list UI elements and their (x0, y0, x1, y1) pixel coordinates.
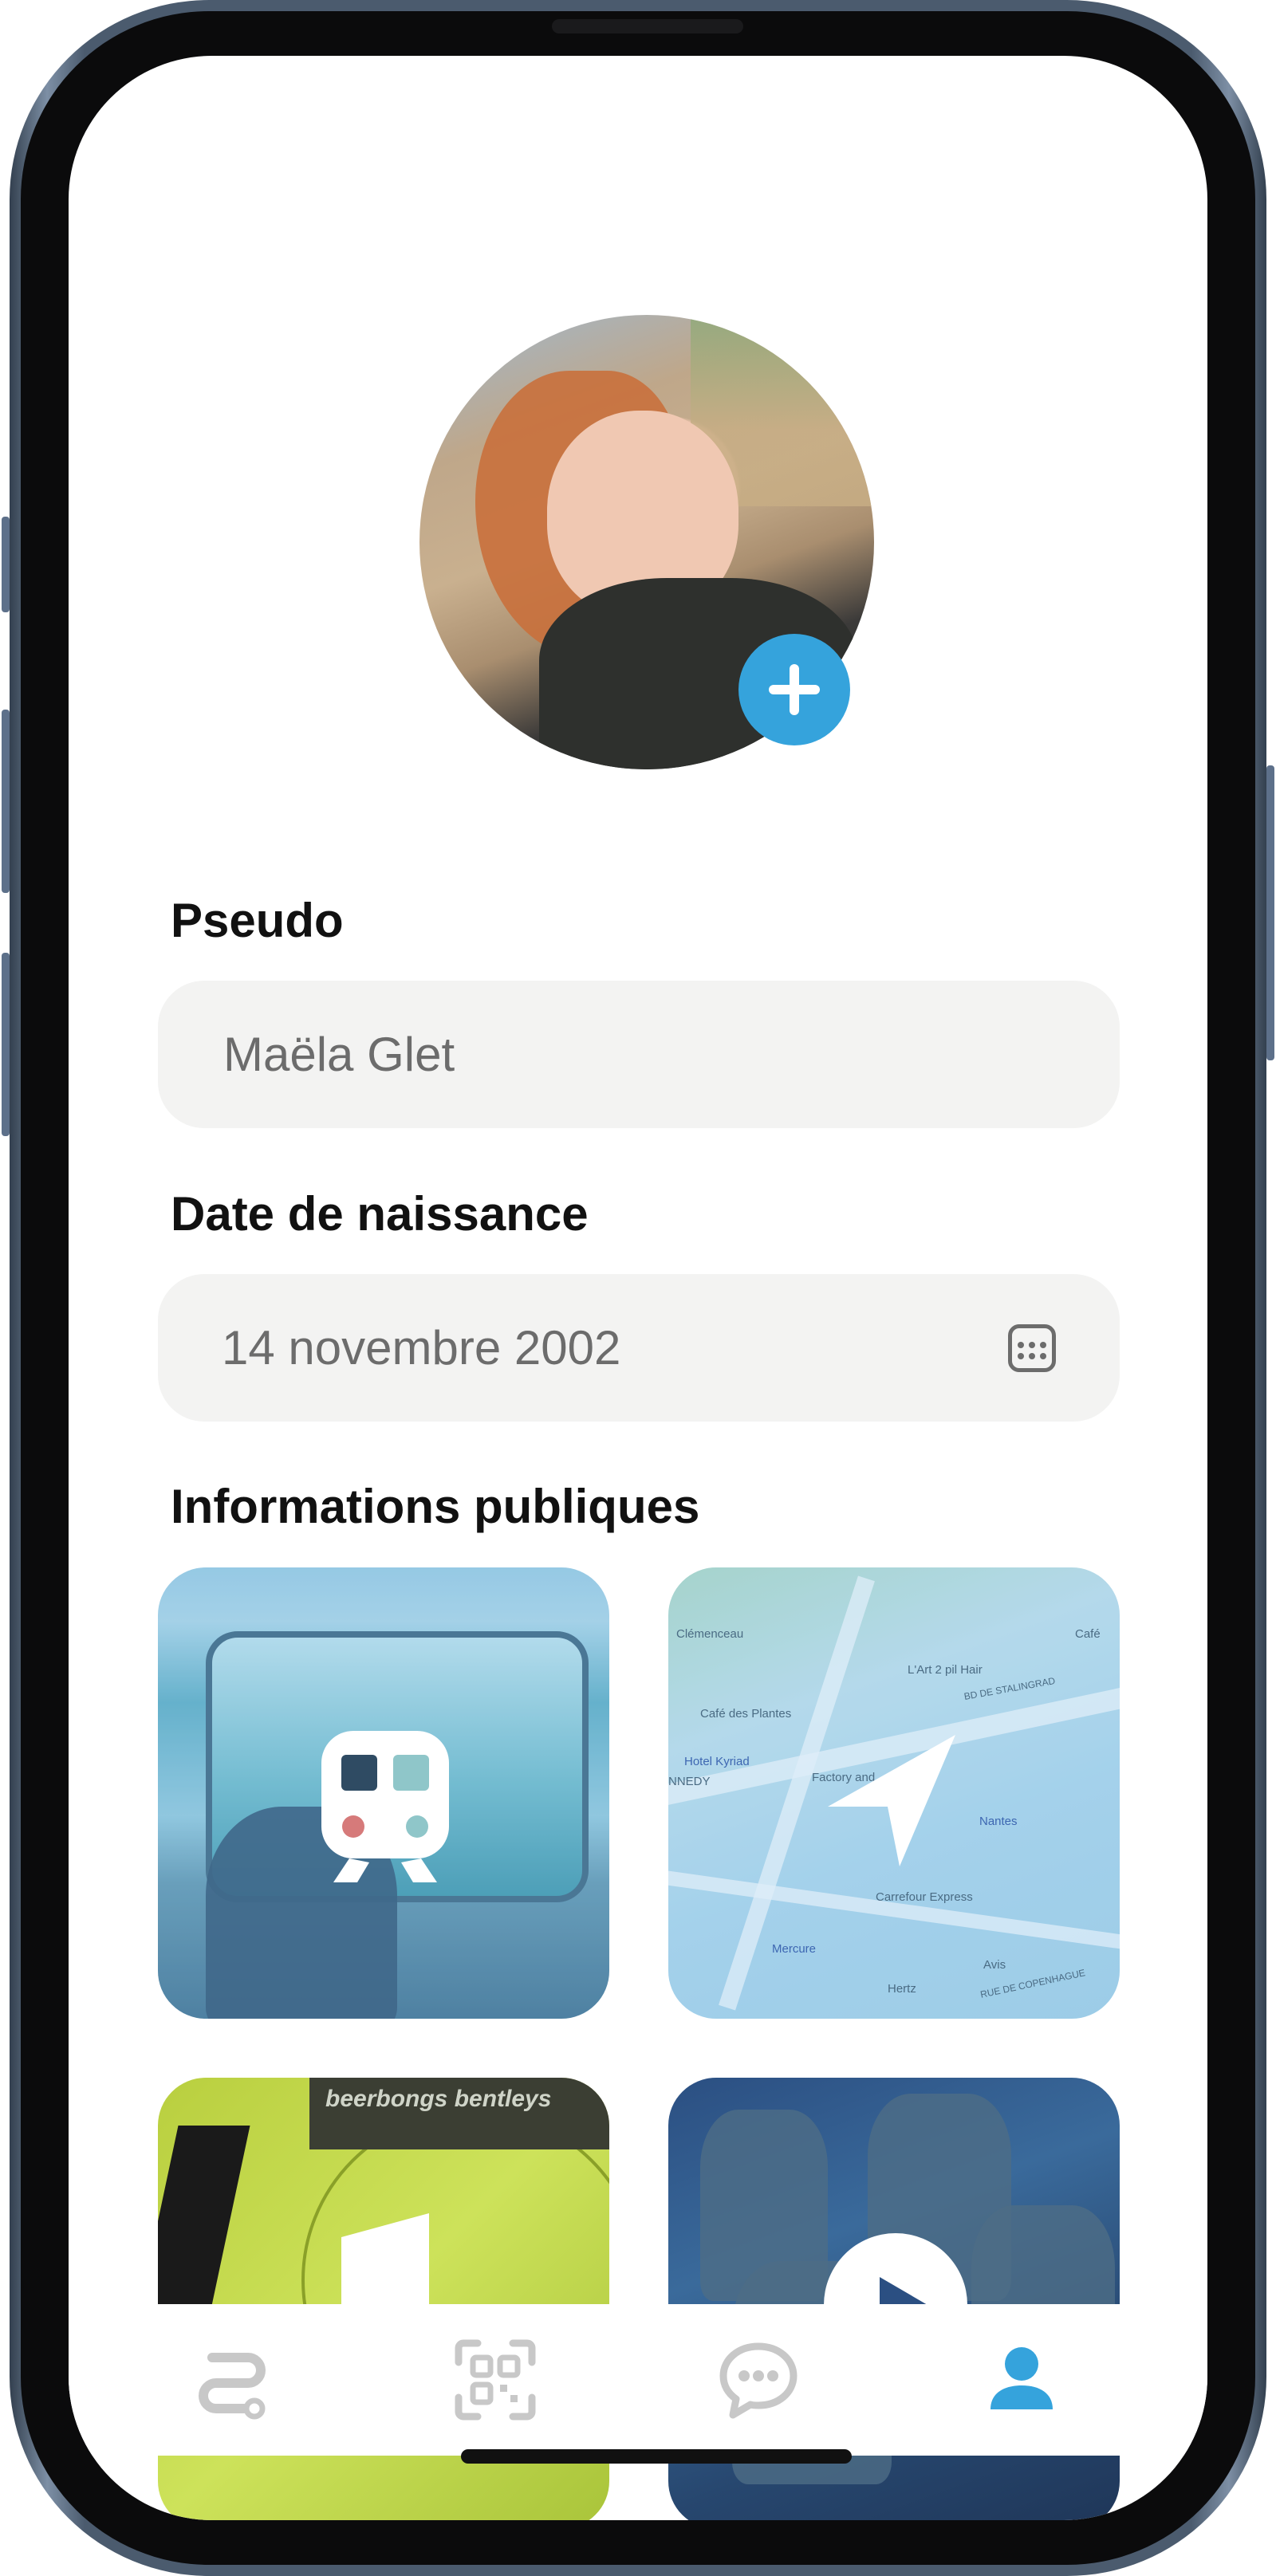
public-info-card-location[interactable]: Clémenceau L'Art 2 pil Hair BD DE STALIN… (668, 1567, 1120, 2019)
route-icon (199, 2353, 266, 2420)
add-photo-button[interactable] (738, 634, 850, 745)
public-info-title: Informations publiques (171, 1480, 700, 1533)
nav-item-routes[interactable] (188, 2336, 276, 2424)
volume-up-button (2, 710, 10, 893)
phone-frame: Pseudo Date de naissance 14 novembre 200… (10, 0, 1266, 2576)
pseudo-label: Pseudo (171, 894, 344, 947)
qr-code-icon (455, 2339, 536, 2421)
album-title-text: beerbongs bentleys (325, 2086, 552, 2112)
pseudo-input[interactable] (222, 1026, 943, 1083)
home-indicator[interactable] (461, 2449, 852, 2464)
train-icon (317, 1727, 453, 1886)
birthdate-label: Date de naissance (171, 1187, 589, 1241)
screen: Pseudo Date de naissance 14 novembre 200… (69, 56, 1207, 2520)
nav-item-messages[interactable] (715, 2336, 802, 2424)
volume-down-button (2, 953, 10, 1136)
public-info-card-train[interactable] (158, 1567, 609, 2019)
birthdate-value: 14 novembre 2002 (222, 1321, 621, 1375)
phone-bezel: Pseudo Date de naissance 14 novembre 200… (21, 11, 1255, 2565)
avatar-container (419, 315, 874, 769)
location-arrow-icon (820, 1727, 963, 1870)
album-sleeve-illustration: beerbongs bentleys (309, 2078, 609, 2149)
chat-bubble-icon (719, 2342, 798, 2419)
pseudo-field[interactable] (158, 981, 1120, 1128)
earpiece-speaker (552, 19, 743, 33)
album-logo-illustration (158, 2126, 250, 2317)
plus-icon (769, 664, 820, 715)
mute-switch (2, 517, 10, 612)
nav-item-profile[interactable] (978, 2336, 1065, 2424)
user-icon (990, 2347, 1053, 2409)
birthdate-field[interactable]: 14 novembre 2002 (158, 1274, 1120, 1422)
calendar-icon[interactable] (1008, 1323, 1056, 1372)
power-button (1266, 765, 1274, 1060)
bottom-navigation (69, 2304, 1207, 2456)
nav-item-qr-code[interactable] (451, 2336, 539, 2424)
